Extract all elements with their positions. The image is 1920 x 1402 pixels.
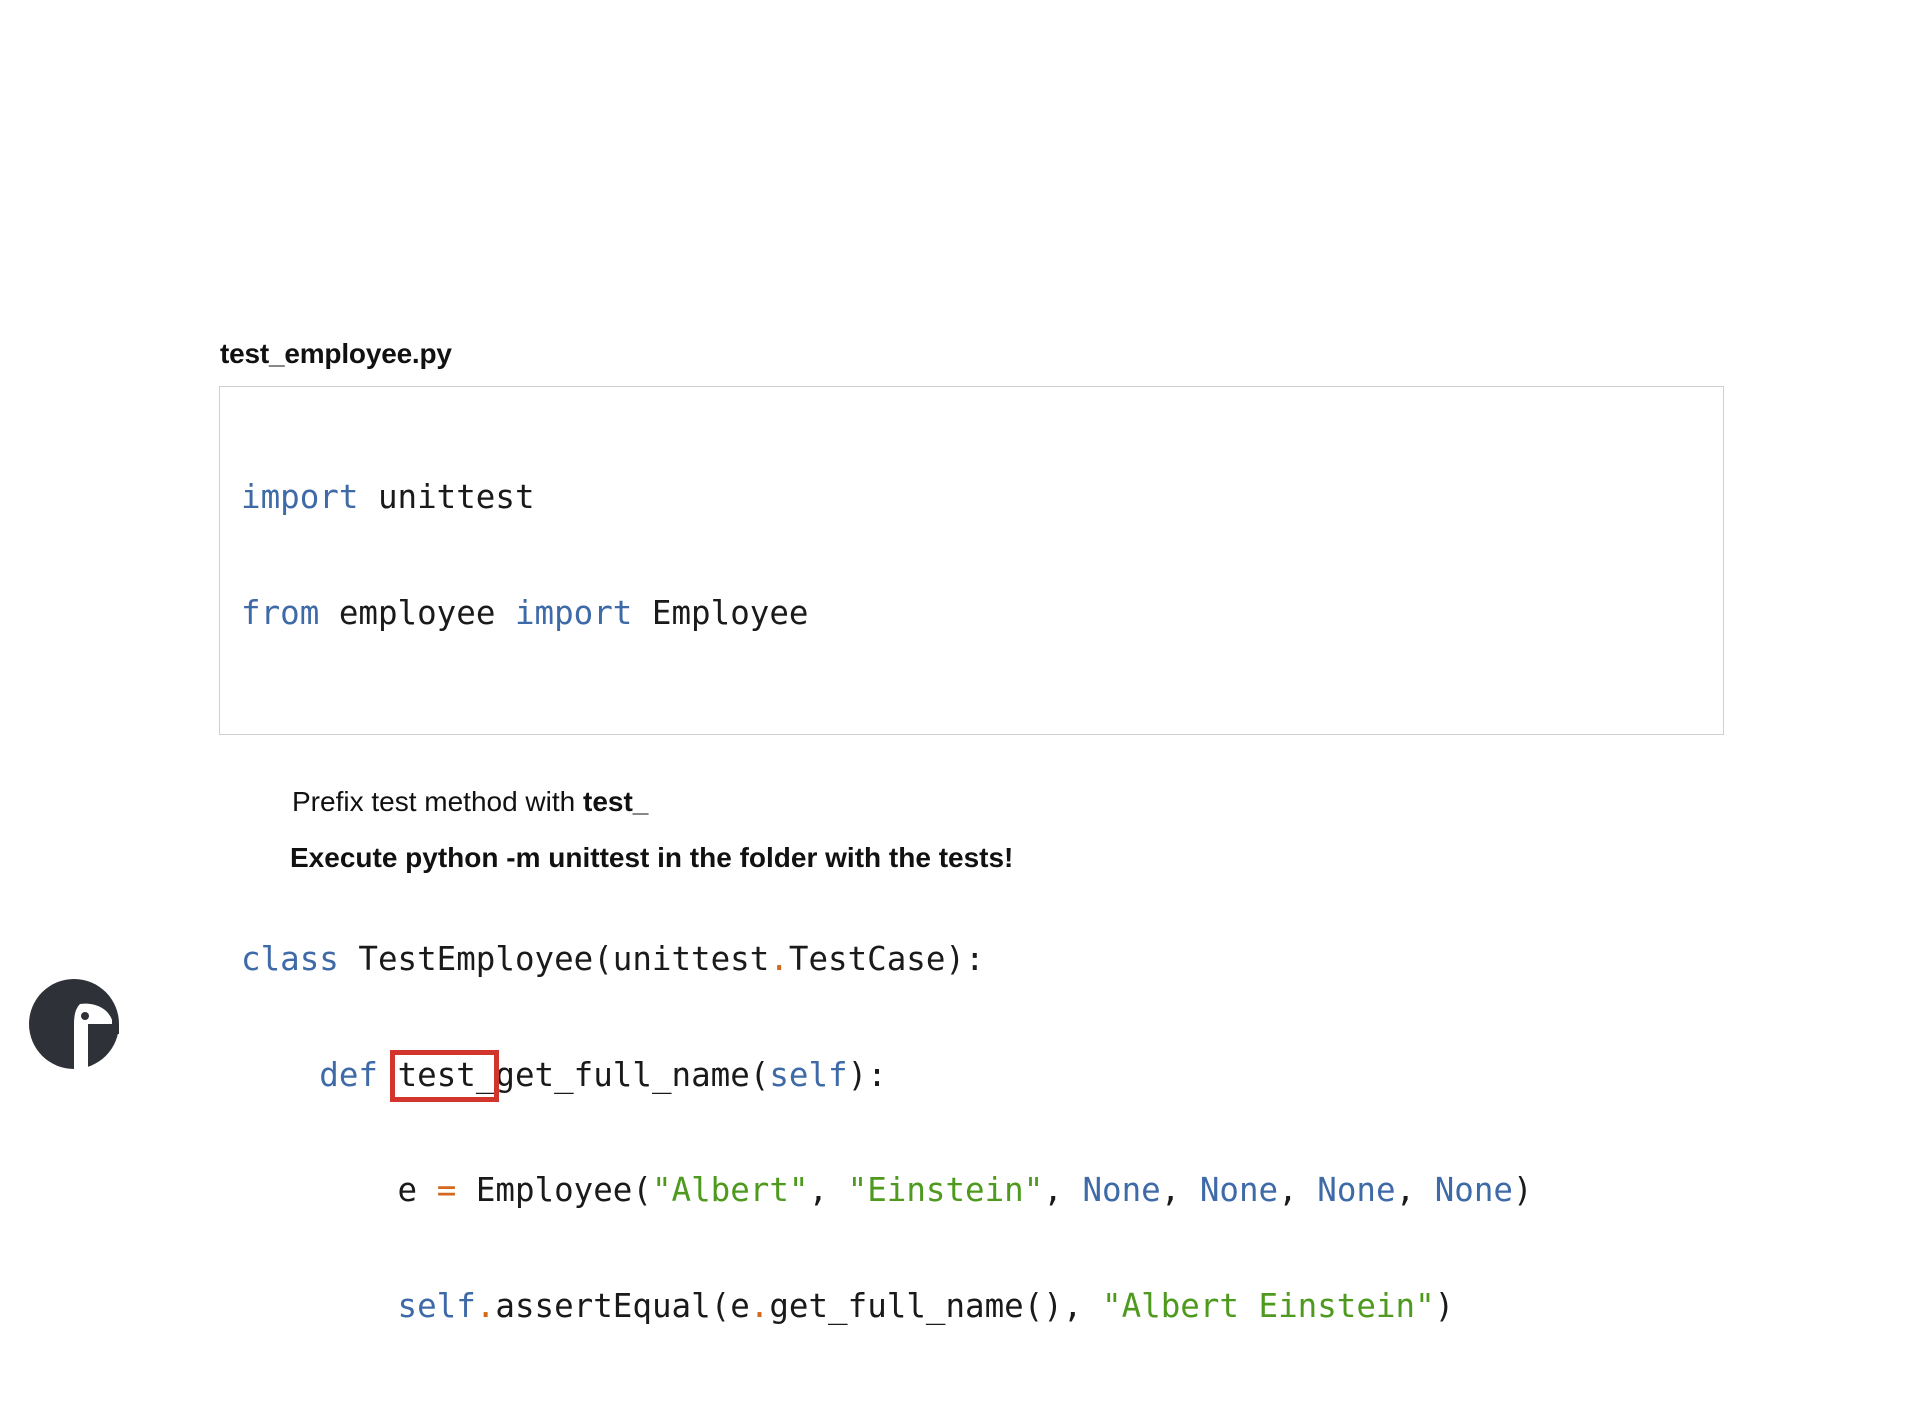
code-text: , <box>1395 1171 1435 1209</box>
keyword: self <box>769 1055 848 1094</box>
code-text: get_full_name( <box>495 1055 770 1094</box>
string-literal: "Einstein" <box>847 1171 1044 1209</box>
code-line-5: class TestEmployee(unittest.TestCase): <box>241 940 1533 979</box>
keyword: None <box>1082 1171 1161 1209</box>
code-line-6: def test_ get_full_name(self): <box>241 1049 1533 1102</box>
code-block: import unittest from employee import Emp… <box>219 386 1724 1325</box>
code-line-1: import unittest <box>241 478 1533 517</box>
code-text: get_full_name(), <box>769 1286 1102 1325</box>
keyword: None <box>1434 1171 1513 1209</box>
code-text: ) <box>1512 1171 1533 1209</box>
code-text: assertEqual(e <box>495 1286 750 1325</box>
code-text: , <box>1278 1171 1318 1209</box>
code-line-7: e = Employee("Albert", "Einstein", None,… <box>241 1171 1533 1210</box>
note-bold-text: test_ <box>583 786 649 817</box>
note-prefix-test-method: Prefix test method with test_ <box>292 784 648 820</box>
keyword: def <box>319 1055 378 1094</box>
keyword: self <box>397 1286 476 1325</box>
highlight-text: test_ <box>397 1055 496 1094</box>
code-line-2: from employee import Employee <box>241 594 1533 633</box>
code-text: , <box>1160 1171 1200 1209</box>
operator: . <box>769 940 789 978</box>
code-text: ): <box>847 1055 887 1094</box>
keyword: None <box>1317 1171 1396 1209</box>
string-literal: "Albert" <box>651 1171 809 1209</box>
operator: . <box>475 1286 496 1325</box>
string-literal: "Albert Einstein" <box>1102 1286 1435 1325</box>
code-text: TestCase): <box>788 940 985 978</box>
code-text: , <box>808 1171 848 1209</box>
keyword: from <box>241 593 320 632</box>
code-text: Employee <box>632 593 809 632</box>
file-title: test_employee.py <box>220 338 452 369</box>
note-execute-unittest: Execute python -m unittest in the folder… <box>290 842 1014 873</box>
python-snake-logo-icon <box>28 978 120 1070</box>
keyword: import <box>514 593 633 632</box>
code-text: employee <box>319 593 515 632</box>
code-text: TestEmployee(unittest <box>338 940 770 978</box>
code-text: , <box>1043 1171 1083 1209</box>
keyword: import <box>241 478 359 516</box>
keyword: class <box>241 940 339 978</box>
code-content: import unittest from employee import Emp… <box>241 401 1533 1402</box>
code-text: e <box>397 1171 437 1209</box>
note-text: Prefix test method with <box>292 786 584 817</box>
highlighted-test-prefix: test_ <box>389 1049 500 1102</box>
code-text: ) <box>1434 1286 1455 1325</box>
code-text: Employee( <box>456 1171 652 1209</box>
code-line-8: self.assertEqual(e.get_full_name(), "Alb… <box>241 1287 1533 1326</box>
operator: . <box>749 1286 770 1325</box>
code-text: unittest <box>358 478 535 516</box>
keyword: None <box>1199 1171 1279 1209</box>
operator: = <box>436 1171 457 1209</box>
